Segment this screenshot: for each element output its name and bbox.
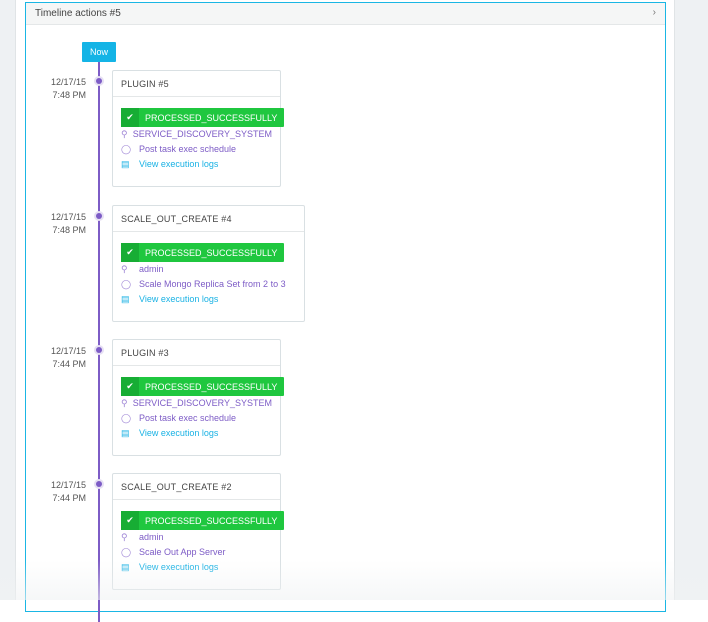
message-text: Scale Mongo Replica Set from 2 to 3 xyxy=(139,279,286,289)
view-logs-link[interactable]: ▤ View execution logs xyxy=(121,157,272,172)
document-icon: ▤ xyxy=(121,159,130,169)
action-user[interactable]: ⚲ SERVICE_DISCOVERY_SYSTEM xyxy=(121,127,272,142)
entry-datetime: 12/17/15 7:48 PM xyxy=(26,76,86,102)
message-text: Post task exec schedule xyxy=(139,413,237,423)
logs-link-text: View execution logs xyxy=(139,294,219,304)
entry-datetime: 12/17/15 7:48 PM xyxy=(26,211,86,237)
document-icon: ▤ xyxy=(121,428,130,438)
view-logs-link[interactable]: ▤ View execution logs xyxy=(121,426,272,441)
timeline-line xyxy=(98,62,100,622)
status-text: PROCESSED_SUCCESSFULLY xyxy=(145,515,278,526)
now-marker: Now xyxy=(82,42,116,62)
action-user[interactable]: ⚲ SERVICE_DISCOVERY_SYSTEM xyxy=(121,396,272,411)
status-badge: ✔ PROCESSED_SUCCESSFULLY xyxy=(121,511,285,530)
comment-icon: ◯ xyxy=(121,144,132,154)
action-title: PLUGIN #5 xyxy=(113,71,280,97)
action-user[interactable]: ⚲ admin xyxy=(121,262,296,277)
timeline-dot xyxy=(96,213,102,219)
timeline-panel: Timeline actions #5 › Now 12/17/15 7:48 … xyxy=(25,2,666,622)
entry-date: 12/17/15 xyxy=(50,346,86,356)
message-text: Scale Out App Server xyxy=(139,547,226,557)
action-message: ◯ Scale Out App Server xyxy=(121,545,272,560)
action-message: ◯ Post task exec schedule xyxy=(121,142,272,157)
user-icon: ⚲ xyxy=(121,532,128,542)
user-icon: ⚲ xyxy=(121,264,128,274)
check-icon: ✔ xyxy=(121,377,139,396)
entry-time: 7:44 PM xyxy=(52,493,86,503)
entry-datetime: 12/17/15 7:44 PM xyxy=(26,479,86,505)
action-card: PLUGIN #5 ✔ PROCESSED_SUCCESSFULLY ⚲ SERV… xyxy=(112,70,285,187)
status-text: PROCESSED_SUCCESSFULLY xyxy=(145,381,278,392)
entry-datetime: 12/17/15 7:44 PM xyxy=(26,345,86,371)
user-icon: ⚲ xyxy=(121,129,128,139)
user-name: SERVICE_DISCOVERY_SYSTEM xyxy=(132,398,272,408)
action-title: SCALE_OUT_CREATE #4 xyxy=(113,206,304,232)
status-text: PROCESSED_SUCCESSFULLY xyxy=(145,112,278,123)
action-message: ◯ Scale Mongo Replica Set from 2 to 3 xyxy=(121,277,296,292)
chevron-right-icon[interactable]: › xyxy=(653,7,656,18)
comment-icon: ◯ xyxy=(121,413,132,423)
check-icon: ✔ xyxy=(121,108,139,127)
document-icon: ▤ xyxy=(121,294,130,304)
action-user[interactable]: ⚲ admin xyxy=(121,530,272,545)
user-name: admin xyxy=(139,264,164,274)
comment-icon: ◯ xyxy=(121,547,132,557)
check-icon: ✔ xyxy=(121,243,139,262)
comment-icon: ◯ xyxy=(121,279,132,289)
status-badge: ✔ PROCESSED_SUCCESSFULLY xyxy=(121,243,285,262)
status-text: PROCESSED_SUCCESSFULLY xyxy=(145,247,278,258)
action-card: SCALE_OUT_CREATE #4 ✔ PROCESSED_SUCCESSF… xyxy=(112,205,305,322)
entry-date: 12/17/15 xyxy=(50,77,86,87)
message-text: Post task exec schedule xyxy=(139,144,237,154)
action-title: SCALE_OUT_CREATE #2 xyxy=(113,474,280,500)
action-card: PLUGIN #3 ✔ PROCESSED_SUCCESSFULLY ⚲ SERV… xyxy=(112,339,285,456)
logs-link-text: View execution logs xyxy=(139,428,219,438)
timeline-dot xyxy=(96,78,102,84)
user-name: admin xyxy=(139,532,164,542)
user-name: SERVICE_DISCOVERY_SYSTEM xyxy=(132,129,272,139)
entry-date: 12/17/15 xyxy=(50,212,86,222)
view-logs-link[interactable]: ▤ View execution logs xyxy=(121,292,296,307)
timeline-dot xyxy=(96,481,102,487)
entry-time: 7:48 PM xyxy=(52,225,86,235)
entry-date: 12/17/15 xyxy=(50,480,86,490)
entry-time: 7:48 PM xyxy=(52,90,86,100)
status-badge: ✔ PROCESSED_SUCCESSFULLY xyxy=(121,108,285,127)
right-sidebar-edge xyxy=(674,0,708,600)
timeline-dot xyxy=(96,347,102,353)
left-sidebar-edge xyxy=(0,0,16,600)
check-icon: ✔ xyxy=(121,511,139,530)
panel-header[interactable]: Timeline actions #5 › xyxy=(26,3,665,25)
bottom-fade xyxy=(0,560,708,600)
panel-title: Timeline actions #5 xyxy=(35,8,121,19)
action-title: PLUGIN #3 xyxy=(113,340,280,366)
entry-time: 7:44 PM xyxy=(52,359,86,369)
logs-link-text: View execution logs xyxy=(139,159,219,169)
status-badge: ✔ PROCESSED_SUCCESSFULLY xyxy=(121,377,285,396)
user-icon: ⚲ xyxy=(121,398,128,408)
action-message: ◯ Post task exec schedule xyxy=(121,411,272,426)
